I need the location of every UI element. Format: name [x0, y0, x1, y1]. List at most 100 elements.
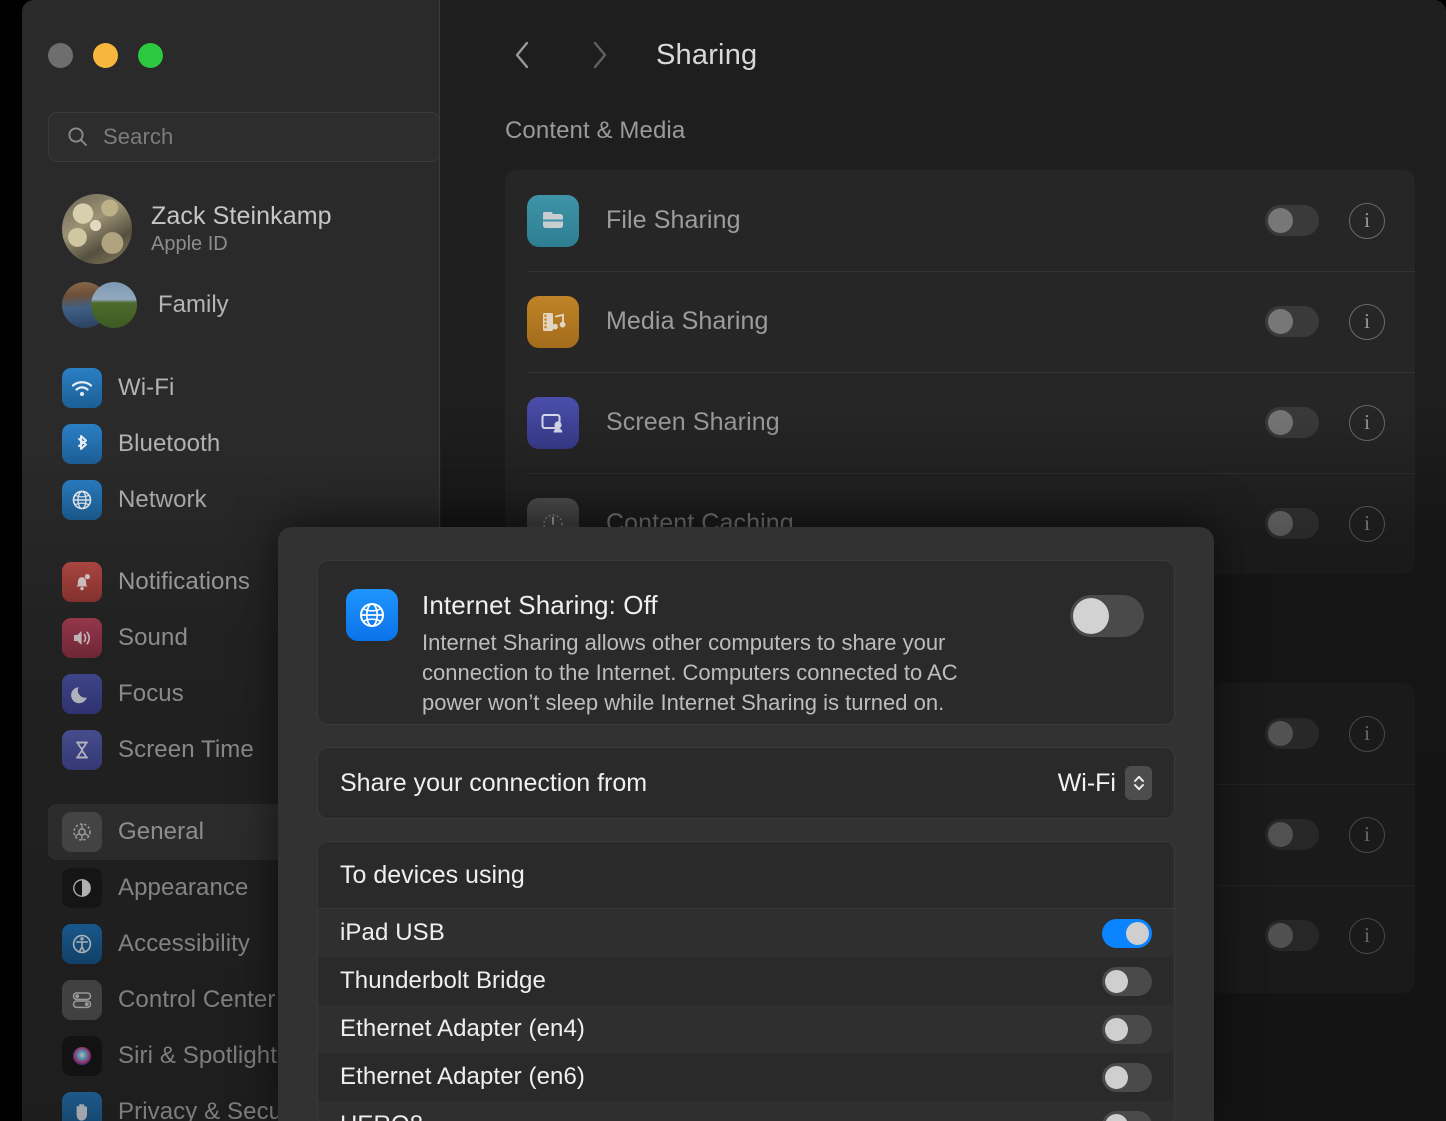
device-toggle-hero8[interactable] — [1102, 1110, 1152, 1121]
media-sharing-info-button[interactable]: i — [1349, 303, 1385, 340]
internet-sharing-title: Internet Sharing: Off — [422, 590, 658, 620]
search-placeholder: Search — [103, 124, 174, 149]
sidebar-item-label: Focus — [118, 680, 184, 707]
device-toggle-ipad-usb[interactable] — [1102, 918, 1152, 948]
row-label: File Sharing — [606, 206, 741, 234]
search-icon — [66, 125, 90, 149]
account-name: Zack Steinkamp — [151, 202, 332, 230]
row-toggle[interactable] — [1265, 819, 1319, 850]
minimize-window-button[interactable] — [93, 43, 118, 68]
internet-sharing-description: Internet Sharing allows other computers … — [422, 630, 958, 715]
screen-sharing-info-button[interactable]: i — [1349, 404, 1385, 441]
gear-icon — [62, 812, 102, 852]
forward-button[interactable] — [572, 28, 626, 82]
sharing-services-list: File Sharing i Media Sharing i Screen Sh… — [505, 170, 1415, 574]
file-sharing-info-button[interactable]: i — [1349, 202, 1385, 239]
device-label: Ethernet Adapter (en6) — [340, 1063, 586, 1090]
row-info-button[interactable]: i — [1349, 816, 1385, 853]
sidebar-item-label: Appearance — [118, 874, 249, 901]
list-item[interactable]: HERO8 — [318, 1101, 1174, 1121]
screen-sharing-icon — [527, 396, 579, 449]
avatar — [62, 194, 132, 264]
to-devices-title: To devices using — [318, 842, 1174, 909]
device-label: iPad USB — [340, 919, 445, 946]
account-subtitle: Apple ID — [151, 233, 228, 255]
traffic-lights — [48, 43, 163, 68]
sidebar-item-bluetooth[interactable]: Bluetooth — [48, 416, 440, 472]
sidebar-group-network: Wi-Fi Bluetooth Network — [48, 360, 440, 528]
internet-sharing-globe-icon — [346, 589, 398, 641]
media-sharing-icon — [527, 295, 579, 348]
network-globe-icon — [62, 480, 102, 520]
sidebar-item-label: Network — [118, 486, 207, 513]
sidebar-item-label: Bluetooth — [118, 430, 221, 457]
search-input[interactable]: Search — [48, 112, 440, 162]
page-title: Sharing — [656, 38, 758, 71]
family-avatar-2 — [91, 282, 137, 328]
table-row[interactable]: File Sharing i — [505, 170, 1415, 271]
internet-sharing-text: Internet Sharing: Off Internet Sharing a… — [422, 589, 1046, 718]
toolbar: Sharing — [441, 0, 1446, 110]
sidebar-item-label: Screen Time — [118, 736, 254, 763]
row-info-button[interactable]: i — [1349, 715, 1385, 752]
file-sharing-icon — [527, 194, 579, 247]
chevron-right-icon — [593, 41, 607, 69]
share-connection-popup-button[interactable]: Wi-Fi — [1058, 766, 1152, 800]
chevron-left-icon — [515, 41, 529, 69]
table-row[interactable]: Media Sharing i — [505, 271, 1415, 372]
speaker-icon — [62, 618, 102, 658]
sidebar-item-label: Sound — [118, 624, 188, 651]
zoom-window-button[interactable] — [138, 43, 163, 68]
wifi-icon — [62, 368, 102, 408]
sidebar-item-label: Siri & Spotlight — [118, 1042, 278, 1069]
back-button[interactable] — [496, 28, 550, 82]
content-caching-toggle[interactable] — [1265, 508, 1319, 539]
family-avatars — [62, 282, 137, 328]
media-sharing-toggle[interactable] — [1265, 306, 1319, 337]
table-row[interactable]: Screen Sharing i — [505, 372, 1415, 473]
screen-sharing-toggle[interactable] — [1265, 407, 1319, 438]
file-sharing-toggle[interactable] — [1265, 205, 1319, 236]
internet-sharing-header-card: Internet Sharing: Off Internet Sharing a… — [317, 560, 1175, 725]
row-info-button[interactable]: i — [1349, 917, 1385, 954]
account-text: Zack Steinkamp Apple ID — [151, 202, 332, 256]
device-toggle-ethernet-en4[interactable] — [1102, 1014, 1152, 1044]
device-toggle-ethernet-en6[interactable] — [1102, 1062, 1152, 1092]
row-toggle[interactable] — [1265, 920, 1319, 951]
close-window-button[interactable] — [48, 43, 73, 68]
sidebar-item-label: Wi-Fi — [118, 374, 175, 401]
device-label: HERO8 — [340, 1111, 1102, 1121]
internet-sharing-toggle[interactable] — [1070, 595, 1144, 637]
device-toggle-thunderbolt-bridge[interactable] — [1102, 966, 1152, 996]
row-label: Screen Sharing — [606, 408, 780, 436]
row-toggle[interactable] — [1265, 718, 1319, 749]
device-label: Thunderbolt Bridge — [340, 967, 546, 994]
list-item[interactable]: iPad USB — [318, 909, 1174, 957]
privacy-hand-icon — [62, 1092, 102, 1121]
bell-icon — [62, 562, 102, 602]
sidebar-item-label: General — [118, 818, 205, 845]
sidebar-item-wifi[interactable]: Wi-Fi — [48, 360, 440, 416]
system-settings-window: Search Zack Steinkamp Apple ID Family Wi… — [22, 0, 1446, 1121]
list-item[interactable]: Thunderbolt Bridge — [318, 957, 1174, 1005]
content-caching-info-button[interactable]: i — [1349, 505, 1385, 542]
accessibility-icon — [62, 924, 102, 964]
siri-icon — [62, 1036, 102, 1076]
sidebar-item-family[interactable]: Family — [48, 280, 440, 330]
sidebar-item-apple-id[interactable]: Zack Steinkamp Apple ID — [48, 192, 440, 266]
share-connection-card: Share your connection from Wi-Fi — [317, 747, 1175, 819]
sidebar-item-network[interactable]: Network — [48, 472, 440, 528]
list-item[interactable]: Ethernet Adapter (en4) — [318, 1005, 1174, 1053]
list-item[interactable]: Ethernet Adapter (en6) — [318, 1053, 1174, 1101]
screen: Search Zack Steinkamp Apple ID Family Wi… — [0, 0, 1446, 1121]
hourglass-icon — [62, 730, 102, 770]
sidebar-item-label: Family — [158, 291, 229, 318]
device-label: Ethernet Adapter (en4) — [340, 1015, 586, 1042]
sidebar-item-label: Control Center — [118, 986, 276, 1013]
share-connection-value: Wi-Fi — [1057, 768, 1116, 797]
sidebar-item-label: Accessibility — [118, 930, 250, 957]
chevron-up-down-icon — [1125, 766, 1152, 800]
sidebar-item-label: Notifications — [118, 568, 251, 595]
appearance-icon — [62, 868, 102, 908]
control-center-icon — [62, 980, 102, 1020]
